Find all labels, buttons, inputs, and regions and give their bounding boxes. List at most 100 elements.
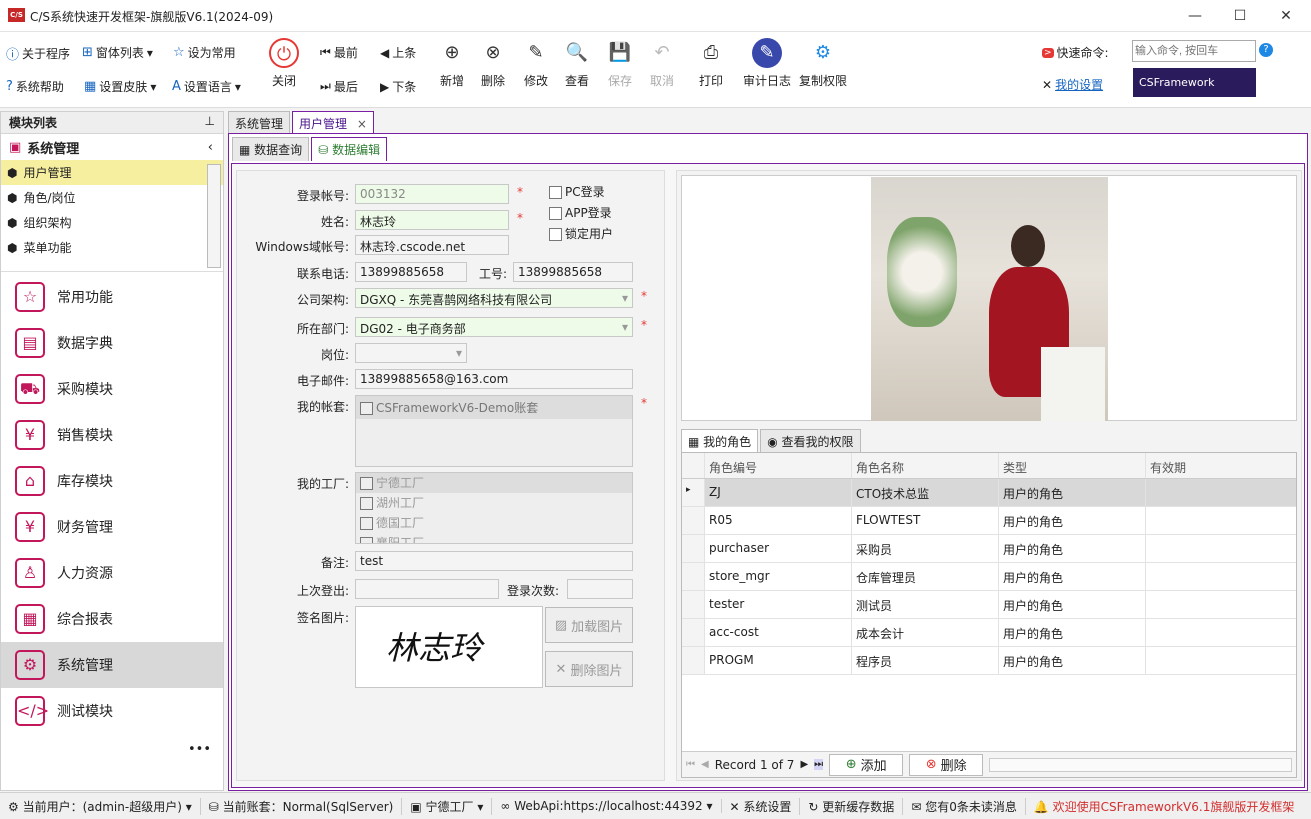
nav-finance[interactable]: ¥ 财务管理 bbox=[1, 504, 223, 550]
col-role-name[interactable]: 角色名称 bbox=[852, 453, 999, 478]
next-button[interactable]: ▶ 下条 bbox=[380, 78, 416, 95]
table-cell[interactable]: acc-cost bbox=[705, 619, 852, 646]
table-cell[interactable]: 程序员 bbox=[852, 647, 999, 674]
post-select[interactable]: ▾ bbox=[355, 343, 467, 363]
tab-system[interactable]: 系统管理 bbox=[228, 111, 291, 135]
maximize-icon[interactable]: ☐ bbox=[1230, 6, 1250, 26]
view-button[interactable]: 🔍 查看 bbox=[557, 38, 597, 89]
delete-role-button[interactable]: ⊗ 删除 bbox=[909, 753, 984, 776]
status-messages[interactable]: ✉ 您有0条未读消息 bbox=[903, 797, 1026, 815]
status-factory[interactable]: ▣ 宁德工厂 ▾ bbox=[402, 797, 493, 815]
login-count-field[interactable] bbox=[567, 579, 633, 599]
last-record-icon[interactable]: ⏭ bbox=[814, 759, 824, 770]
pc-login-checkbox[interactable]: PC登录 bbox=[549, 183, 605, 200]
prev-record-icon[interactable]: ◀ bbox=[701, 759, 709, 770]
dept-select[interactable]: DG02 - 电子商务部 ▾ bbox=[355, 317, 633, 337]
edit-button[interactable]: ✎ 修改 bbox=[516, 38, 556, 89]
tree-item-menu[interactable]: ⬢ 菜单功能 bbox=[1, 235, 223, 260]
col-role-code[interactable]: 角色编号 bbox=[705, 453, 852, 478]
tab-user[interactable]: 用户管理 × bbox=[292, 111, 374, 135]
pin-icon[interactable]: ⊥ bbox=[205, 114, 215, 128]
module-group[interactable]: ▣ 系统管理 ‹ bbox=[1, 134, 223, 160]
table-cell[interactable] bbox=[1146, 647, 1294, 674]
table-cell[interactable] bbox=[1146, 479, 1294, 506]
app-login-checkbox[interactable]: APP登录 bbox=[549, 204, 612, 221]
save-button[interactable]: 💾 保存 bbox=[600, 38, 640, 89]
nav-purchase[interactable]: ⛟ 采购模块 bbox=[1, 366, 223, 412]
col-role-type[interactable]: 类型 bbox=[999, 453, 1146, 478]
list-item[interactable]: 湖州工厂 bbox=[356, 493, 632, 513]
tab-close-icon[interactable]: × bbox=[357, 117, 367, 131]
add-button[interactable]: ⊕ 新增 bbox=[432, 38, 472, 89]
lock-user-checkbox[interactable]: 锁定用户 bbox=[549, 225, 613, 242]
table-cell[interactable] bbox=[1146, 563, 1294, 590]
language-button[interactable]: A 设置语言 ▾ bbox=[172, 78, 241, 95]
more-button[interactable]: ••• bbox=[1, 742, 223, 757]
my-settings-link[interactable]: ✕ 我的设置 bbox=[1042, 76, 1103, 93]
table-cell[interactable]: 用户的角色 bbox=[999, 619, 1146, 646]
table-cell[interactable]: 测试员 bbox=[852, 591, 999, 618]
table-row[interactable]: ▸ ZJ CTO技术总监 用户的角色 bbox=[682, 479, 1296, 507]
cancel-button[interactable]: ↶ 取消 bbox=[642, 38, 682, 89]
tree-item-user[interactable]: ⬢ 用户管理 bbox=[1, 160, 223, 185]
table-row[interactable]: acc-cost 成本会计 用户的角色 bbox=[682, 619, 1296, 647]
first-button[interactable]: ⏮ 最前 bbox=[320, 44, 358, 61]
nav-system[interactable]: ⚙ 系统管理 bbox=[1, 642, 223, 688]
table-cell[interactable] bbox=[1146, 619, 1294, 646]
table-row[interactable]: store_mgr 仓库管理员 用户的角色 bbox=[682, 563, 1296, 591]
table-cell[interactable]: store_mgr bbox=[705, 563, 852, 590]
nav-inventory[interactable]: ⌂ 库存模块 bbox=[1, 458, 223, 504]
table-cell[interactable] bbox=[1146, 535, 1294, 562]
about-button[interactable]: ⓘ 关于程序 bbox=[6, 44, 70, 63]
table-cell[interactable]: FLOWTEST bbox=[852, 507, 999, 534]
audit-log-button[interactable]: ✎ 审计日志 bbox=[742, 38, 792, 89]
table-row[interactable]: tester 测试员 用户的角色 bbox=[682, 591, 1296, 619]
set-favorite-button[interactable]: ☆ 设为常用 bbox=[173, 44, 236, 61]
table-cell[interactable]: 用户的角色 bbox=[999, 647, 1146, 674]
list-item[interactable]: 宁德工厂 bbox=[356, 473, 632, 493]
remark-field[interactable]: test bbox=[355, 551, 633, 571]
accounts-list[interactable]: CSFrameworkV6-Demo账套 bbox=[355, 395, 633, 467]
window-list-button[interactable]: ⊞ 窗体列表 ▾ bbox=[82, 44, 153, 61]
table-row[interactable]: PROGM 程序员 用户的角色 bbox=[682, 647, 1296, 675]
help-button[interactable]: ? 系统帮助 bbox=[6, 78, 64, 95]
close-form-button[interactable]: ⏻ 关闭 bbox=[264, 38, 304, 89]
table-cell[interactable]: 用户的角色 bbox=[999, 563, 1146, 590]
domain-field[interactable]: 林志玲.cscode.net bbox=[355, 235, 509, 255]
nav-sales[interactable]: ¥ 销售模块 bbox=[1, 412, 223, 458]
phone-field[interactable]: 13899885658 bbox=[355, 262, 467, 282]
table-cell[interactable]: 用户的角色 bbox=[999, 535, 1146, 562]
table-cell[interactable]: R05 bbox=[705, 507, 852, 534]
last-button[interactable]: ⏭ 最后 bbox=[320, 78, 358, 95]
close-icon[interactable]: ✕ bbox=[1276, 6, 1296, 26]
email-field[interactable]: 13899885658@163.com bbox=[355, 369, 633, 389]
factory-list[interactable]: 宁德工厂 湖州工厂 德国工厂 襄阳工厂 bbox=[355, 472, 633, 544]
list-item[interactable]: 德国工厂 bbox=[356, 513, 632, 533]
tab-my-permissions[interactable]: ◉ 查看我的权限 bbox=[760, 429, 861, 453]
table-cell[interactable]: 成本会计 bbox=[852, 619, 999, 646]
skin-button[interactable]: ▦ 设置皮肤 ▾ bbox=[84, 78, 156, 95]
next-record-icon[interactable]: ▶ bbox=[800, 759, 808, 770]
first-record-icon[interactable]: ⏮ bbox=[686, 759, 695, 770]
table-cell[interactable]: purchaser bbox=[705, 535, 852, 562]
collapse-icon[interactable]: ‹ bbox=[208, 140, 213, 155]
tree-scrollbar[interactable] bbox=[207, 164, 221, 268]
status-webapi[interactable]: ∞ WebApi:https://localhost:44392 ▾ bbox=[492, 799, 722, 813]
table-row[interactable]: purchaser 采购员 用户的角色 bbox=[682, 535, 1296, 563]
table-cell[interactable] bbox=[1146, 591, 1294, 618]
tree-item-org[interactable]: ⬢ 组织架构 bbox=[1, 210, 223, 235]
print-button[interactable]: ⎙ 打印 bbox=[691, 38, 731, 89]
col-expiry[interactable]: 有效期 bbox=[1146, 453, 1294, 478]
account-field[interactable]: 003132 bbox=[355, 184, 509, 204]
status-refresh-cache[interactable]: ↻ 更新缓存数据 bbox=[800, 797, 904, 815]
empno-field[interactable]: 13899885658 bbox=[513, 262, 633, 282]
copy-permission-button[interactable]: ⚙ 复制权限 bbox=[798, 38, 848, 89]
table-cell[interactable]: tester bbox=[705, 591, 852, 618]
list-item[interactable]: 襄阳工厂 bbox=[356, 533, 632, 543]
nav-dictionary[interactable]: ▤ 数据字典 bbox=[1, 320, 223, 366]
minimize-icon[interactable]: — bbox=[1185, 6, 1205, 26]
table-row[interactable]: R05 FLOWTEST 用户的角色 bbox=[682, 507, 1296, 535]
table-cell[interactable]: 用户的角色 bbox=[999, 507, 1146, 534]
delete-button[interactable]: ⊗ 删除 bbox=[473, 38, 513, 89]
tab-query[interactable]: ▦ 数据查询 bbox=[232, 137, 310, 161]
